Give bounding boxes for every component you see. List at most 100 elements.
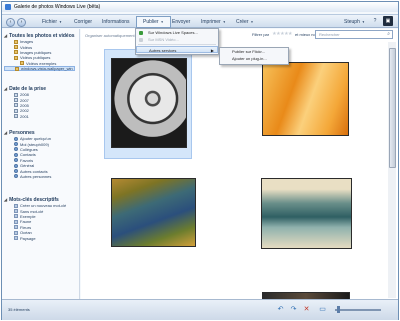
sidebar-item-label: Favoris	[20, 157, 34, 163]
chevron-down-icon: ▼	[59, 20, 62, 24]
person-icon	[14, 169, 18, 174]
person-icon	[14, 158, 18, 163]
sidebar-item-new-tag[interactable]: Créer un nouveau mot-clé	[4, 203, 66, 208]
tag-icon	[14, 225, 18, 230]
menu-item-add-plugin[interactable]: Ajouter un plug-in...	[220, 55, 288, 62]
folder-icon	[14, 45, 18, 50]
spaces-icon	[139, 30, 143, 35]
person-icon	[14, 136, 18, 141]
irises-photo	[111, 178, 196, 247]
orange-abstract-photo	[262, 62, 349, 136]
tag-icon	[14, 203, 18, 208]
collapse-icon: ◢	[4, 130, 8, 135]
photo-tile[interactable]	[256, 169, 356, 279]
tag-icon	[14, 236, 18, 241]
collapse-icon: ◢	[4, 197, 8, 202]
menu-publier-label: Publier	[143, 19, 159, 25]
scroll-thumb[interactable]	[388, 48, 396, 168]
app-icon	[5, 4, 11, 10]
window-title: Galerie de photos Windows Live (bêta)	[14, 4, 101, 10]
sidebar-item-label: Paysage	[20, 235, 36, 241]
vertical-scrollbar[interactable]	[388, 42, 396, 298]
sidebar-item-label: Vidéos publiques	[20, 55, 51, 61]
person-icon	[14, 163, 18, 168]
menu-item-label: Autres services	[149, 48, 177, 53]
people-title: Personnes	[9, 129, 35, 136]
library-header[interactable]: ◢ Toutes les photos et vidéos	[4, 32, 75, 39]
rating-filter: Filtrer par ★★★★★ et mieux notées	[252, 31, 323, 37]
rotate-left-icon[interactable]: ↶	[276, 305, 285, 314]
delete-icon[interactable]: ✕	[302, 305, 311, 314]
photo-tile[interactable]	[256, 49, 356, 159]
menu-envoyer[interactable]: Envoyer	[172, 18, 190, 26]
menu-corriger[interactable]: Corriger	[74, 18, 92, 26]
menu-item-label: Ajouter un plug-in...	[232, 56, 267, 61]
back-arrow-icon[interactable]: ‹	[6, 18, 15, 27]
sidebar-item-label: Général	[20, 163, 35, 169]
tag-icon	[14, 230, 18, 235]
menu-item-other-services[interactable]: Autres services ▶	[136, 46, 218, 53]
video-icon	[139, 37, 143, 42]
date-section: ◢ Date de la prise 2008 2007 2005 2002 20…	[4, 85, 46, 119]
person-icon	[14, 142, 18, 147]
sidebar-item-label: Ajouter quelqu'un	[20, 136, 52, 142]
sidebar-item-tag-landscape[interactable]: Paysage	[4, 235, 66, 241]
chevron-down-icon: ▼	[250, 20, 254, 24]
menu-informations[interactable]: Informations	[102, 18, 130, 26]
zoom-slider-thumb[interactable]	[337, 306, 340, 313]
sidebar-item-label: 2002	[20, 108, 29, 114]
user-tile-icon[interactable]: ▣	[383, 16, 393, 26]
zoom-slider-track[interactable]	[335, 309, 381, 311]
menu-item-publish-flickr[interactable]: Publier sur Flickr...	[220, 48, 288, 55]
menu-imprimer-label: Imprimer	[201, 19, 221, 25]
sidebar-item-other-people[interactable]: Autres personnes	[4, 174, 51, 179]
menu-creer[interactable]: Créer ▼	[236, 18, 254, 26]
search-icon[interactable]: ⌕	[387, 31, 390, 38]
sidebar-item-wallpaper-folder[interactable]: windows-vista-wallpaper_win	[4, 65, 75, 72]
search-input[interactable]: Rechercher ⌕	[315, 30, 393, 39]
people-section: ◢ Personnes Ajouter quelqu'un Moi (steuph…	[4, 129, 51, 179]
people-header[interactable]: ◢ Personnes	[4, 129, 51, 136]
sidebar-item-label: Exemple	[20, 213, 36, 219]
koi-painting-photo	[261, 178, 352, 249]
tags-header[interactable]: ◢ Mots-clés descriptifs	[4, 196, 66, 203]
sidebar-item-label: Autres contacts	[20, 168, 48, 174]
rating-stars[interactable]: ★★★★★	[272, 31, 292, 37]
view-toggle-icon[interactable]: ▭	[318, 305, 327, 314]
menu-item-msn-video: Sur MSN Vidéo...	[136, 36, 218, 43]
rotate-right-icon[interactable]: ↷	[289, 305, 298, 314]
sidebar-item-label: Vidéos	[20, 44, 33, 50]
date-title: Date de la prise	[9, 85, 47, 92]
chevron-down-icon: ▼	[361, 20, 365, 24]
help-button[interactable]: ?	[370, 16, 380, 26]
folder-icon	[14, 39, 18, 44]
tags-title: Mots-clés descriptifs	[9, 196, 59, 203]
menu-imprimer[interactable]: Imprimer ▼	[201, 18, 226, 26]
photo-tile[interactable]	[104, 49, 192, 159]
tag-icon	[14, 219, 18, 224]
menu-informations-label: Informations	[102, 19, 130, 25]
tags-section: ◢ Mots-clés descriptifs Créer un nouveau …	[4, 196, 66, 241]
photo-tile[interactable]	[104, 169, 204, 279]
sidebar-item-label: Vidéos exemples	[26, 60, 57, 66]
collapse-icon: ◢	[4, 86, 8, 91]
navigation-pane: ◢ Toutes les photos et vidéos Images Vidé…	[2, 29, 80, 299]
menu-item-windows-live-spaces[interactable]: Sur Windows Live Spaces...	[136, 29, 218, 36]
chevron-down-icon: ▼	[222, 20, 226, 24]
menu-fichier[interactable]: Fichier ▼	[42, 18, 62, 26]
submenu-arrow-icon: ▶	[210, 48, 214, 53]
sidebar-item-label: Moi (steuph009)	[20, 141, 49, 147]
photo-tile[interactable]	[256, 287, 356, 299]
user-menu[interactable]: Steuph ▼	[344, 18, 365, 26]
sort-hint-text: Organiser automatiquement	[85, 33, 135, 38]
library-title: Toutes les photos et vidéos	[9, 32, 75, 39]
menu-publier[interactable]: Publier ▼	[136, 16, 171, 28]
folder-icon	[20, 61, 24, 66]
forward-arrow-icon[interactable]: ›	[17, 18, 26, 27]
sidebar-item-label: Océan	[20, 230, 32, 236]
chevron-down-icon: ▼	[160, 20, 164, 24]
sidebar-item-2001[interactable]: 2001	[4, 114, 46, 119]
sidebar-item-label: Autres personnes	[20, 173, 52, 179]
menu-envoyer-label: Envoyer	[172, 19, 191, 25]
date-header[interactable]: ◢ Date de la prise	[4, 85, 46, 92]
